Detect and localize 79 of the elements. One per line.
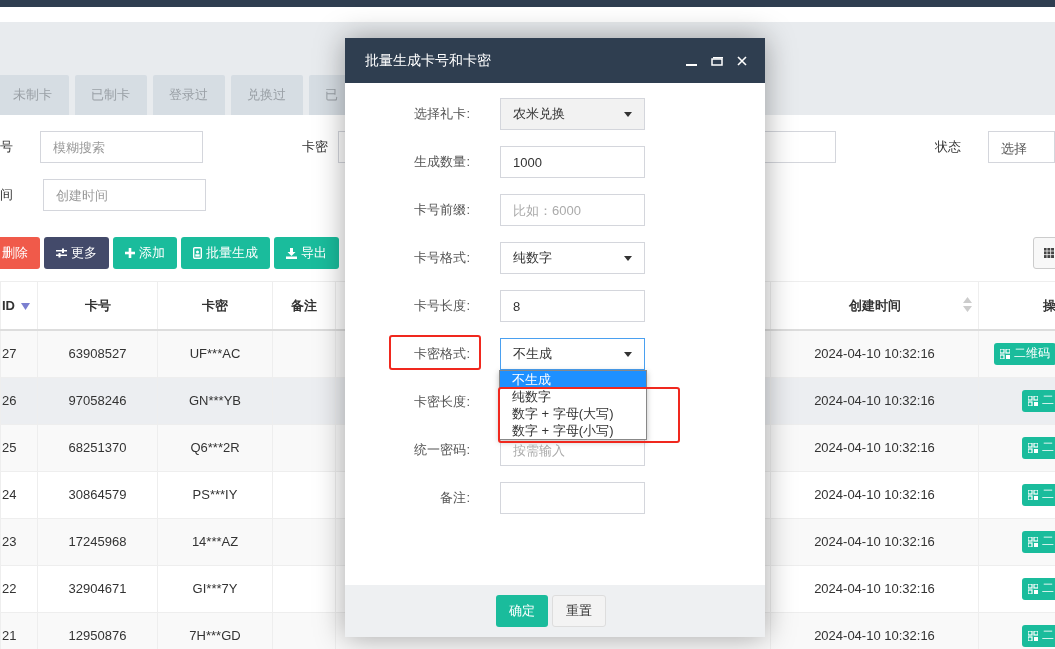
table-cell: 23 <box>2 534 17 549</box>
qr-code-icon <box>1028 489 1038 500</box>
table-cell: 27 <box>2 346 17 362</box>
column-header[interactable]: 卡密 <box>202 296 228 315</box>
table-cell: 2024-04-10 10:32:16 <box>814 393 935 408</box>
date-field[interactable]: 创建时间 <box>43 179 206 211</box>
form-label: 卡密格式: <box>413 345 470 363</box>
caret-icon <box>624 351 632 357</box>
input-field[interactable]: 比如：6000 <box>500 194 645 226</box>
toolbar-button[interactable]: 更多 <box>44 237 109 269</box>
dialog-title: 批量生成卡号和卡密 <box>365 51 492 70</box>
field-label: 间 <box>0 186 14 204</box>
table-cell: 2024-04-10 10:32:16 <box>814 346 935 362</box>
table-cell: 12950876 <box>68 628 127 643</box>
table-cell: 2024-04-10 10:32:16 <box>814 581 935 596</box>
caret-icon <box>624 255 632 261</box>
form-label: 统一密码: <box>413 441 470 459</box>
table-cell: 21 <box>2 628 17 643</box>
qr-code-icon <box>1000 348 1010 359</box>
search-field[interactable]: 模糊搜索 <box>39 131 203 163</box>
maximize-icon <box>711 55 723 66</box>
table-cell: 26 <box>2 393 17 408</box>
field-label: 卡密 <box>301 138 329 156</box>
qr-code-icon <box>1028 630 1038 641</box>
form-label: 卡号前缀: <box>413 201 470 219</box>
status-select[interactable]: 选择 <box>988 131 1055 163</box>
table-cell: GI***7Y <box>192 581 238 596</box>
table-cell: 2024-04-10 10:32:16 <box>814 440 935 455</box>
form-label: 生成数量: <box>413 153 470 171</box>
sliders-icon <box>56 248 67 258</box>
table-cell: 30864579 <box>68 487 127 502</box>
form-label: 卡号格式: <box>413 249 470 267</box>
field-label: 号 <box>0 138 14 156</box>
table-cell: 17245968 <box>68 534 127 549</box>
select-field[interactable]: 纯数字 <box>500 242 645 274</box>
form-label: 卡密长度: <box>413 393 470 411</box>
table-cell: 2024-04-10 10:32:16 <box>814 628 935 643</box>
caret-icon <box>624 111 632 117</box>
table-cell: 25 <box>2 440 17 455</box>
form-label: 选择礼卡: <box>413 105 470 123</box>
table-cell: 68251370 <box>68 440 127 455</box>
minimize-button[interactable] <box>686 63 697 66</box>
form-label: 备注: <box>439 489 470 507</box>
table-cell: 7H***GD <box>189 628 241 643</box>
column-header[interactable]: 备注 <box>291 296 317 315</box>
table-cell: 32904671 <box>68 581 127 596</box>
field-label: 状态 <box>935 138 963 156</box>
id-card-icon <box>193 247 202 259</box>
table-cell: GN***YB <box>189 393 241 408</box>
maximize-button[interactable] <box>711 55 723 66</box>
qr-code-icon <box>1028 536 1038 547</box>
table-cell: 24 <box>2 487 17 502</box>
input-field[interactable]: 8 <box>500 290 645 322</box>
table-cell: 97058246 <box>68 393 127 408</box>
download-icon <box>286 247 297 259</box>
column-header[interactable]: 创建时间 <box>848 296 901 315</box>
close-button[interactable] <box>737 55 747 66</box>
table-cell: UF***AC <box>189 346 241 362</box>
dialog-button[interactable]: 重置 <box>552 595 606 627</box>
select-field[interactable]: 不生成 <box>500 338 645 370</box>
table-cell: 2024-04-10 10:32:16 <box>814 534 935 549</box>
qr-code-icon <box>1028 442 1038 453</box>
minimize-icon <box>686 63 697 66</box>
close-icon <box>737 55 747 66</box>
qr-code-icon <box>1028 395 1038 406</box>
table-cell: 14***AZ <box>191 534 239 549</box>
column-header[interactable]: 卡号 <box>84 296 111 315</box>
table-cell: Q6***2R <box>190 440 240 455</box>
qr-code-icon <box>1028 583 1038 594</box>
table-cell: 63908527 <box>68 346 127 362</box>
sort-descending-icon[interactable] <box>21 303 30 310</box>
table-cell: 2024-04-10 10:32:16 <box>814 487 935 502</box>
form-label: 卡号长度: <box>413 297 470 315</box>
table-cell: PS***IY <box>192 487 238 502</box>
table-cell: 22 <box>2 581 17 596</box>
input-field[interactable] <box>500 482 645 514</box>
plus-icon <box>125 248 135 258</box>
grid-icon <box>1044 248 1054 258</box>
input-field[interactable]: 1000 <box>500 146 645 178</box>
